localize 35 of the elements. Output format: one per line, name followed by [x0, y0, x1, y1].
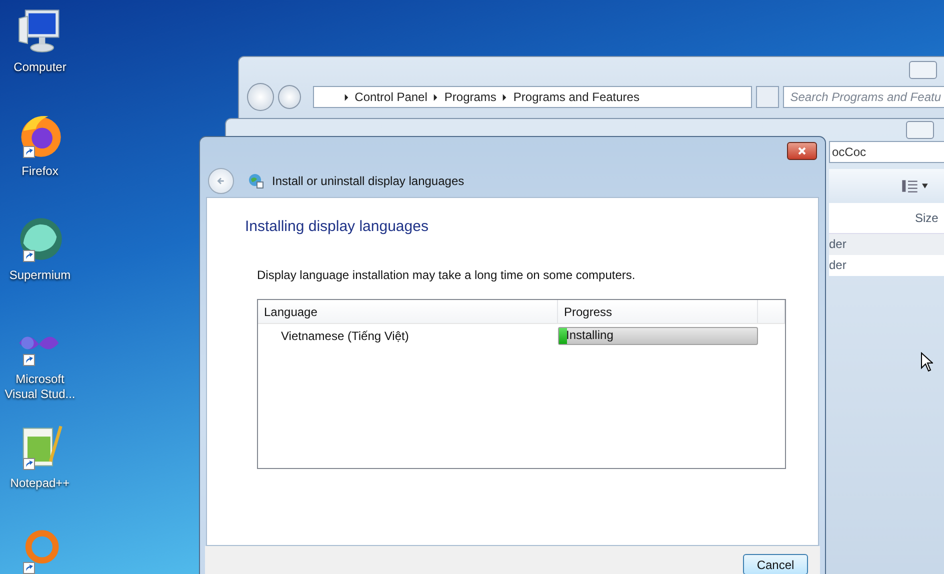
- forward-button[interactable]: [278, 85, 301, 109]
- close-icon: [797, 146, 807, 156]
- file-row[interactable]: der: [829, 234, 944, 255]
- language-name: Vietnamese (Tiếng Việt): [280, 329, 410, 343]
- column-header[interactable]: Language: [258, 300, 558, 323]
- back-button[interactable]: [247, 83, 274, 111]
- cursor-icon: [920, 352, 933, 372]
- icon-label[interactable]: Microsoft Visual Stud...: [1, 372, 79, 402]
- address-field[interactable]: ocCoc: [829, 141, 944, 163]
- icon-label[interactable]: Firefox: [1, 164, 79, 179]
- icon-label[interactable]: Computer: [1, 60, 79, 75]
- refresh-button[interactable]: [756, 86, 780, 108]
- breadcrumb-item[interactable]: Programs: [444, 90, 496, 104]
- chevron-icon: [433, 94, 438, 100]
- view-list-icon[interactable]: [901, 179, 929, 193]
- minimize-button[interactable]: [909, 61, 937, 79]
- back-button[interactable]: [208, 168, 234, 194]
- chevron-icon: [344, 94, 349, 100]
- file-row[interactable]: der: [829, 255, 944, 276]
- cancel-button[interactable]: Cancel: [743, 554, 808, 574]
- breadcrumb-item[interactable]: Control Panel: [354, 90, 428, 104]
- breadcrumb-item[interactable]: Programs and Features: [513, 90, 640, 104]
- dialog-title: Install or uninstall display languages: [272, 174, 464, 188]
- chevron-icon: [502, 94, 508, 100]
- column-header[interactable]: Progress: [558, 300, 758, 323]
- progress-status: Installing: [566, 328, 614, 342]
- page-heading: Installing display languages: [245, 218, 430, 235]
- search-field[interactable]: Search Programs and Featu: [783, 86, 944, 108]
- icon-label[interactable]: Supermium: [1, 268, 79, 283]
- minimize-button[interactable]: [906, 121, 934, 139]
- info-text: Display language installation may take a long time on some computers.: [257, 268, 636, 282]
- address-bar[interactable]: Control Panel Programs Programs and Features: [312, 86, 752, 108]
- column-header[interactable]: Size: [915, 211, 938, 225]
- globe-icon: [248, 173, 264, 189]
- close-button[interactable]: [787, 142, 817, 160]
